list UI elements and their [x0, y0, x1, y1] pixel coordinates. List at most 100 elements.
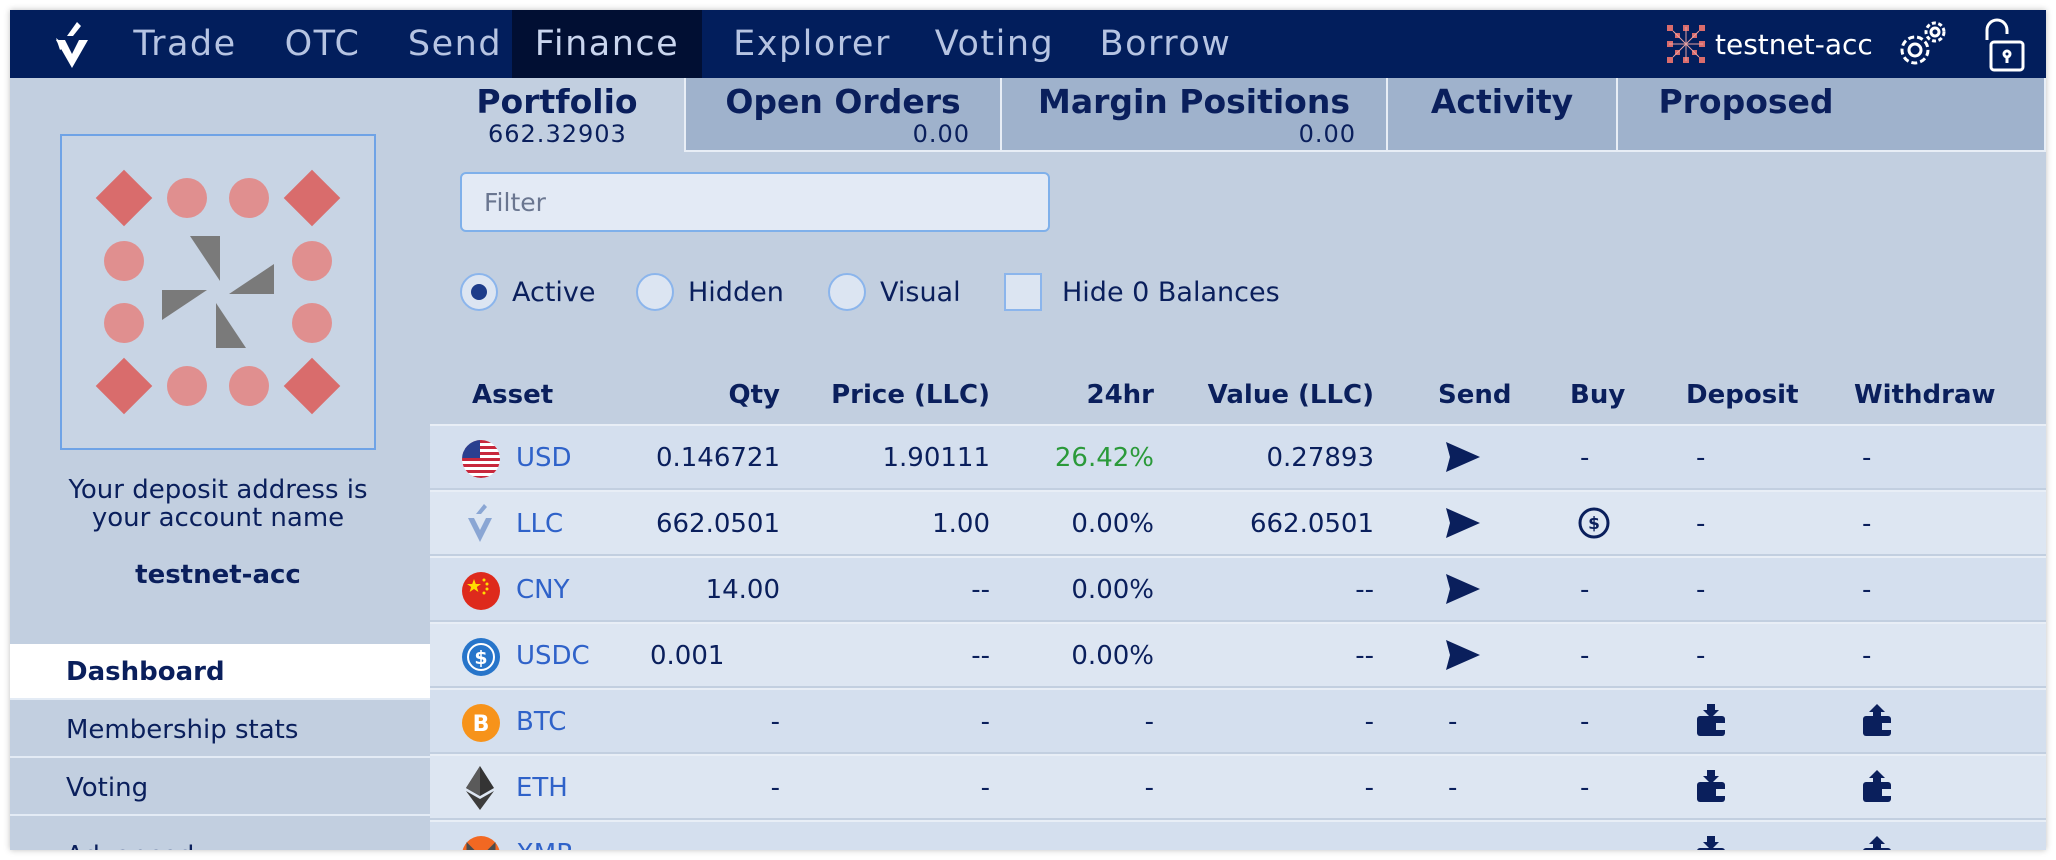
withdraw-usdc: - [1862, 641, 1872, 671]
sidebar-item-advanced[interactable]: Advanced [10, 828, 430, 850]
price-usdc: -- [971, 641, 990, 671]
asset-link-xmr[interactable]: XMR [516, 822, 574, 850]
gear-icon[interactable] [1893, 18, 1949, 72]
sidebar-item-voting[interactable]: Voting [10, 760, 430, 816]
send-icon[interactable] [1446, 442, 1480, 472]
radio-active[interactable]: Active [460, 272, 596, 312]
tab-open-orders-value: 0.00 [912, 120, 970, 148]
nav-borrow[interactable]: Borrow [1088, 10, 1243, 78]
deposit-icon[interactable] [1696, 836, 1726, 850]
radio-active-button[interactable] [460, 273, 498, 311]
logo-icon[interactable] [46, 18, 98, 74]
deposit-icon[interactable] [1696, 704, 1726, 738]
price-usd: 1.90111 [882, 443, 990, 473]
header-price[interactable]: Price (LLC) [800, 380, 990, 410]
asset-link-llc[interactable]: LLC [516, 492, 563, 556]
tab-margin-positions-value: 0.00 [1298, 120, 1356, 148]
asset-link-btc[interactable]: BTC [516, 690, 566, 754]
buy-icon[interactable]: $ [1578, 507, 1610, 539]
asset-link-cny[interactable]: CNY [516, 558, 570, 622]
asset-link-usd[interactable]: USD [516, 426, 572, 490]
sidebar-item-membership-stats[interactable]: Membership stats [10, 702, 430, 758]
price-eth: - [980, 773, 990, 803]
deposit-icon[interactable] [1696, 770, 1726, 804]
svg-text:$: $ [474, 647, 487, 669]
tab-portfolio-value: 662.32903 [488, 120, 627, 148]
send-icon[interactable] [1446, 574, 1480, 604]
hide-zero-balances-label: Hide 0 Balances [1062, 276, 1280, 308]
value-usdc: -- [1355, 641, 1374, 671]
deposit-usdc: - [1696, 641, 1706, 671]
withdraw-icon[interactable] [1862, 704, 1892, 738]
nav-trade[interactable]: Trade [120, 10, 250, 78]
nav-send[interactable]: Send [395, 10, 515, 78]
qty-usd: 0.146721 [655, 443, 780, 473]
svg-text:B: B [473, 712, 490, 737]
svg-text:$: $ [1588, 514, 1600, 534]
nav-voting[interactable]: Voting [922, 10, 1067, 78]
send-eth: - [1448, 773, 1458, 803]
change-xmr: - [1010, 822, 1154, 850]
header-asset[interactable]: Asset [472, 380, 553, 410]
asset-link-eth[interactable]: ETH [516, 756, 568, 820]
account-avatar [60, 134, 376, 450]
filter-input[interactable] [460, 172, 1050, 232]
tab-portfolio[interactable]: Portfolio 662.32903 [430, 78, 686, 152]
radio-visual[interactable]: Visual [828, 272, 961, 312]
change-usd: 26.42% [1054, 443, 1154, 473]
deposit-cny: - [1696, 575, 1706, 605]
send-icon[interactable] [1446, 508, 1480, 538]
asset-link-usdc[interactable]: USDC [516, 624, 590, 688]
nav-explorer[interactable]: Explorer [722, 10, 902, 78]
monero-icon [462, 836, 500, 850]
price-xmr: - [800, 822, 990, 850]
nav-finance[interactable]: Finance [512, 10, 702, 78]
send-btc: - [1448, 707, 1458, 737]
value-eth: - [1364, 773, 1374, 803]
withdraw-cny: - [1862, 575, 1872, 605]
send-icon[interactable] [1446, 640, 1480, 670]
bitcoin-icon: B [462, 704, 500, 742]
value-xmr: - [1170, 822, 1374, 850]
change-eth: - [1144, 773, 1154, 803]
header-24hr[interactable]: 24hr [1010, 380, 1154, 410]
tab-open-orders[interactable]: Open Orders 0.00 [686, 78, 1002, 152]
tab-proposed[interactable]: Proposed [1618, 78, 2046, 152]
deposit-note-line1: Your deposit address is [68, 475, 368, 505]
send-xmr: - [1448, 822, 1457, 850]
radio-hidden-button[interactable] [636, 273, 674, 311]
qty-cny: 14.00 [705, 575, 780, 605]
table-row: ETH - - - - - - [430, 754, 2046, 818]
withdraw-icon[interactable] [1862, 770, 1892, 804]
buy-btc: - [1580, 707, 1590, 737]
qty-llc: 662.0501 [655, 509, 780, 539]
nav-otc[interactable]: OTC [265, 10, 380, 78]
hide-zero-balances[interactable]: Hide 0 Balances [1004, 272, 1280, 312]
deposit-llc: - [1696, 509, 1706, 539]
us-flag-icon [462, 440, 500, 478]
price-cny: -- [971, 575, 990, 605]
header-value[interactable]: Value (LLC) [1170, 380, 1374, 410]
hide-zero-balances-checkbox[interactable] [1004, 273, 1042, 311]
tab-activity[interactable]: Activity [1388, 78, 1618, 152]
radio-visual-button[interactable] [828, 273, 866, 311]
header-qty[interactable]: Qty [630, 380, 780, 410]
withdraw-llc: - [1862, 509, 1872, 539]
sidebar-item-dashboard[interactable]: Dashboard [10, 644, 430, 700]
account-avatar-icon [1667, 25, 1705, 63]
radio-visual-label: Visual [880, 276, 961, 308]
qty-usdc: 0.001 [650, 641, 725, 671]
china-flag-icon [462, 572, 500, 610]
unlock-icon[interactable] [1977, 18, 2029, 74]
ethereum-icon [466, 766, 494, 810]
llc-logo-icon [468, 504, 492, 542]
withdraw-usd: - [1862, 443, 1872, 473]
header-withdraw: Withdraw [1854, 380, 1996, 410]
withdraw-icon[interactable] [1862, 836, 1892, 850]
tab-margin-positions[interactable]: Margin Positions 0.00 [1002, 78, 1388, 152]
deposit-address-note: Your deposit address is your account nam… [30, 476, 406, 532]
radio-hidden[interactable]: Hidden [636, 272, 784, 312]
account-menu[interactable]: testnet-acc [1665, 22, 1873, 66]
deposit-note-line2: your account name [91, 503, 345, 533]
tab-activity-label: Activity [1430, 82, 1574, 121]
